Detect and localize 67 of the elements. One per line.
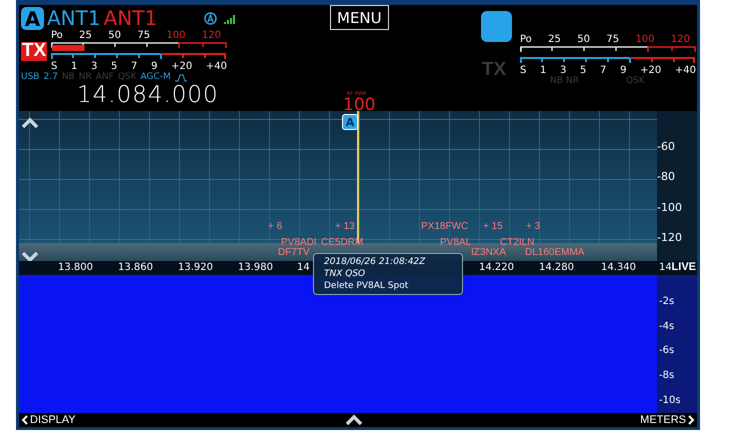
dx-spot-label[interactable]: + 6 (268, 221, 282, 232)
time-scale-label: -10s (659, 395, 682, 406)
frequency-tick-label: 13.860 (118, 262, 153, 273)
power-scale-labels: Po 25 50 75 100 120 (51, 30, 221, 41)
spot-comment: TNX QSO (324, 269, 366, 279)
menu-button[interactable]: MENU (330, 5, 389, 30)
frequency-display: 14.084.000 (77, 83, 220, 107)
live-label: LIVE (672, 261, 696, 273)
dx-spot-label[interactable]: + 15 (483, 221, 503, 232)
power-scale-labels: Po 25 50 75 100 120 (520, 34, 690, 45)
frequency-tick-label: 13.800 (58, 262, 93, 273)
frequency-tick-label: 14 (297, 262, 310, 273)
time-scale-label: -4s (659, 320, 676, 332)
filter-shape-icon (174, 74, 187, 82)
db-scale-label: -60 (657, 140, 676, 153)
dsp-flag-label: NB (550, 76, 563, 87)
frequency-tick-label: 14 (659, 262, 672, 273)
dx-spot-label[interactable]: CE5DRM (321, 237, 364, 248)
dx-spot-label[interactable]: DF7TV (278, 247, 310, 258)
circled-a-icon (204, 12, 218, 25)
dx-spot-label[interactable]: PV8AL (440, 237, 472, 248)
db-scale-label: -120 (657, 231, 683, 244)
tx-indicator: TX (481, 60, 507, 79)
dx-spot-label[interactable]: PV8ADI (281, 237, 317, 248)
dx-spot-label[interactable]: CT2ILN (500, 237, 534, 248)
frequency-tick-label: 13.920 (178, 262, 213, 273)
rf-power-value: 100 (343, 97, 376, 113)
dsp-flag-label: ANF (96, 72, 114, 83)
db-scale-label: -80 (657, 170, 676, 184)
dx-spot-label[interactable]: IZ3NXA (471, 247, 506, 258)
marker-badge: A (342, 114, 358, 130)
dsp-flag-label: NR (566, 76, 579, 87)
signal-bars-icon (224, 14, 236, 24)
dsp-flag-label: AGC-M (140, 72, 171, 83)
chevron-right-icon (688, 415, 695, 425)
tx-antenna-label: ANT1 (104, 8, 158, 29)
chevron-up-icon[interactable] (345, 414, 363, 426)
vfo-b-badge[interactable] (481, 11, 512, 42)
rx-antenna-label: ANT1 (47, 8, 101, 29)
frequency-tick-label: 14.340 (601, 262, 636, 273)
meters-button[interactable]: METERS (638, 414, 697, 426)
time-scale-label: -2s (659, 296, 676, 307)
time-scale-label: -8s (659, 370, 676, 382)
dsp-flag-label: QSK (626, 76, 645, 87)
chevron-down-icon[interactable] (21, 250, 39, 262)
dx-spot-label[interactable]: + 3 (526, 221, 540, 232)
s-meter-scale-labels: S 1 3 5 7 9 +20 +40 (520, 65, 696, 76)
display-button[interactable]: DISPLAY (19, 414, 78, 426)
delete-spot-button[interactable]: Delete PV8AL Spot (324, 281, 452, 291)
dx-spot-label[interactable]: PX18FWC (421, 221, 468, 232)
frequency-tick-label: 13.980 (238, 262, 273, 273)
chevron-left-icon (21, 415, 28, 425)
dx-spot-label[interactable]: + 13 (335, 221, 355, 232)
tx-indicator: TX (21, 42, 47, 60)
frequency-tick-label: 14.280 (539, 262, 574, 273)
mode-label: USB (21, 72, 40, 83)
dsp-flag-label: NR (78, 72, 92, 83)
time-scale-label: -6s (659, 345, 676, 356)
vfo-badge[interactable]: A (21, 7, 44, 30)
dsp-flag-label: QSK (118, 72, 137, 83)
db-scale-label: -100 (657, 200, 683, 214)
dx-spot-label[interactable]: DL160EMMA (525, 247, 584, 258)
dsp-flag-label: NB (62, 72, 75, 83)
frequency-tick-label: 14.220 (479, 262, 514, 273)
s-meter-scale-labels: S 1 3 5 7 9 +20 +40 (51, 61, 227, 72)
chevron-up-icon[interactable] (21, 117, 39, 129)
bandwidth-label: 2.7 (43, 72, 58, 83)
